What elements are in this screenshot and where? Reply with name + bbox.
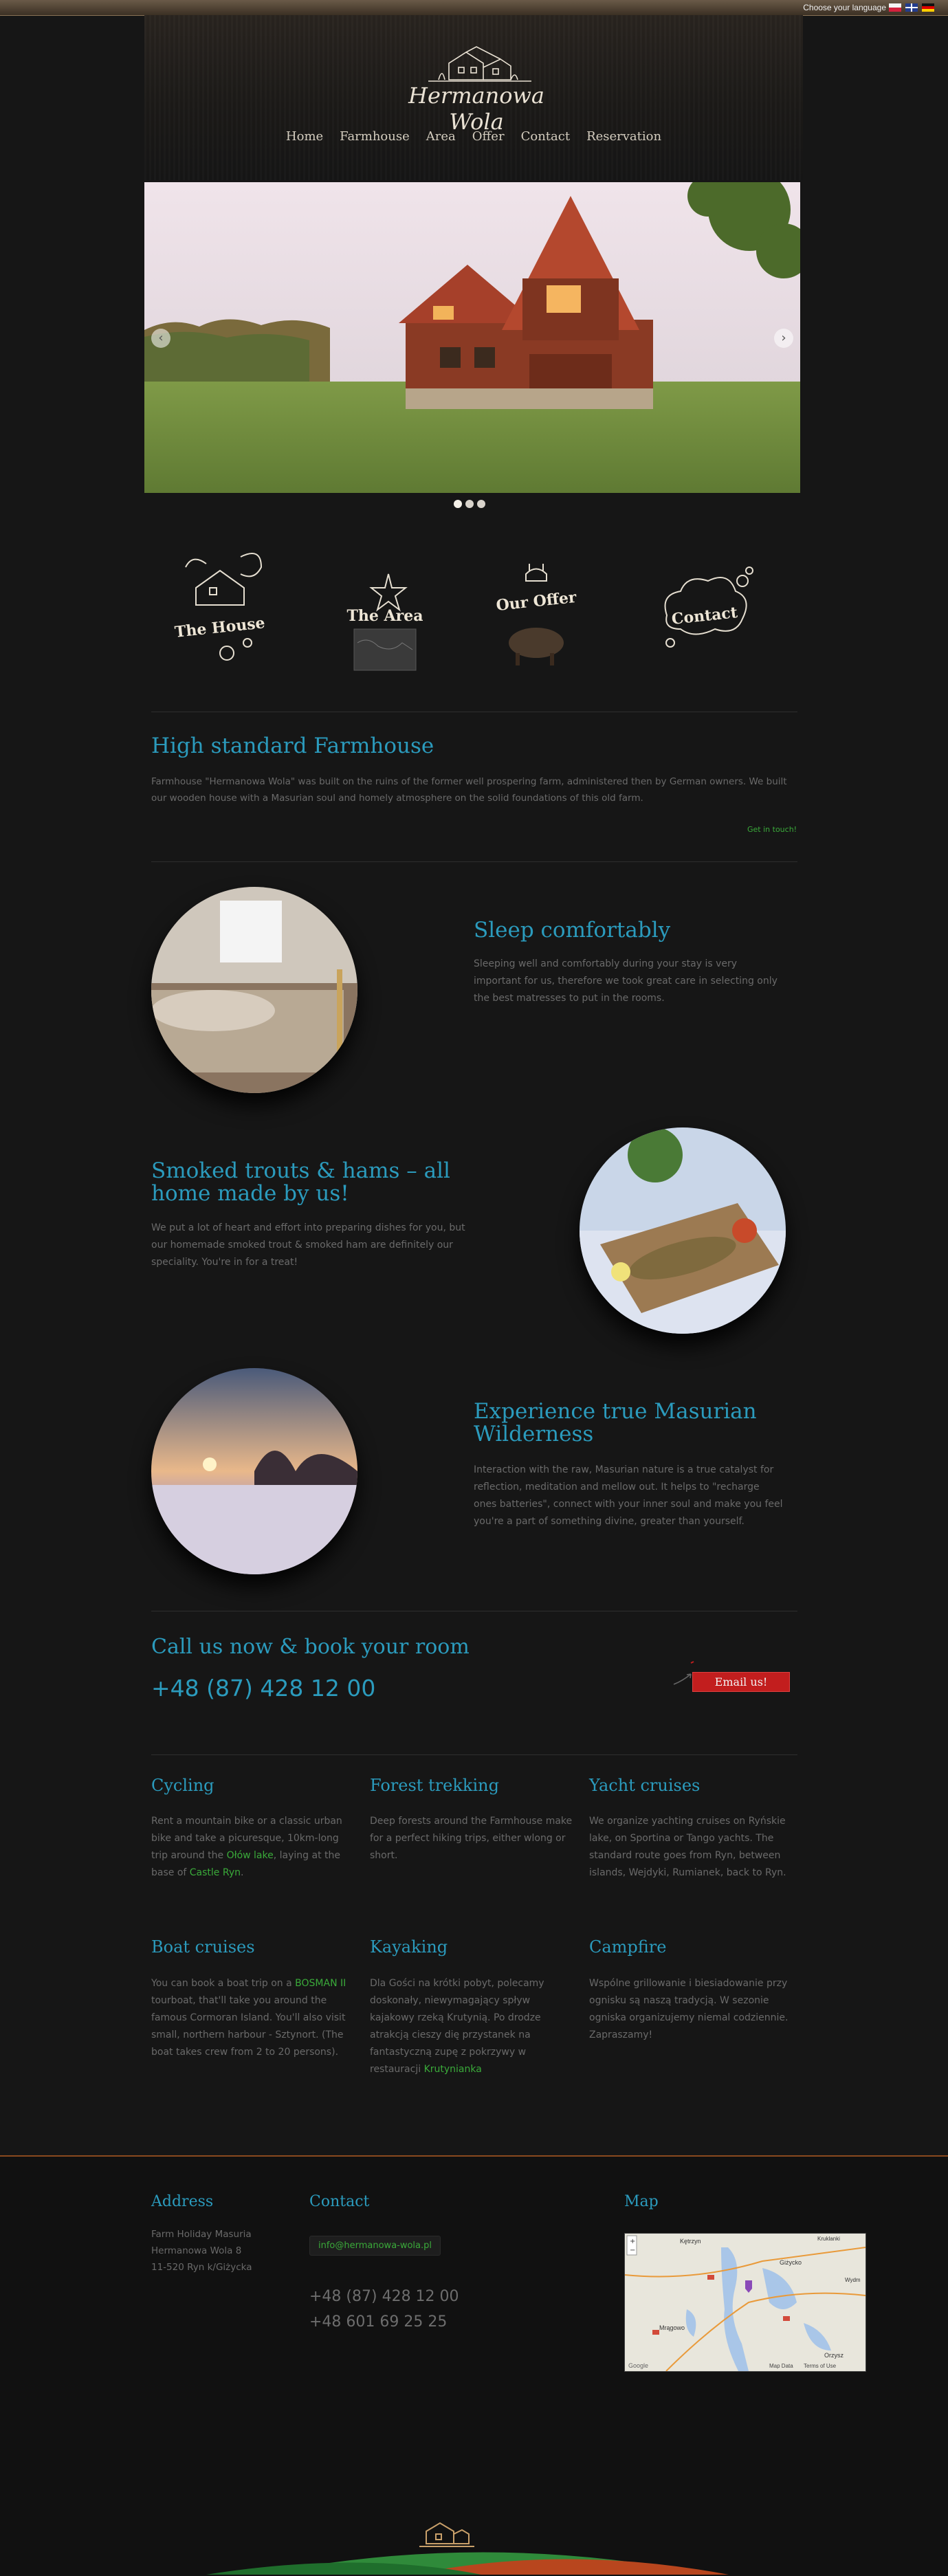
svg-text:Map Data: Map Data bbox=[769, 2363, 793, 2369]
nav-area[interactable]: Area bbox=[426, 129, 456, 144]
area-illustration-icon: The Area bbox=[347, 573, 423, 671]
divider bbox=[151, 861, 797, 862]
svg-text:Mrągowo: Mrągowo bbox=[659, 2324, 685, 2331]
kayak-text: Dla Gości na krótki pobyt, polecamy dosk… bbox=[370, 1978, 544, 2075]
footer-logo-icon[interactable] bbox=[419, 2516, 474, 2551]
feature-links: The House The Area Our Offer Contact bbox=[144, 526, 803, 691]
language-flags bbox=[889, 3, 934, 12]
winter-lake-photo bbox=[151, 1368, 357, 1574]
kayak-title: Kayaking bbox=[370, 1937, 448, 1957]
nav-farmhouse[interactable]: Farmhouse bbox=[340, 129, 410, 144]
feature-label: The Area bbox=[347, 607, 423, 625]
contact-email-link[interactable]: info@hermanowa-wola.pl bbox=[309, 2236, 441, 2256]
location-map[interactable]: + − Kętrzyn Giżycko Kruklanki Wydm Mrągow… bbox=[624, 2233, 866, 2372]
map-title: Map bbox=[624, 2193, 659, 2210]
svg-text:Kętrzyn: Kętrzyn bbox=[680, 2238, 701, 2245]
svg-text:Terms of Use: Terms of Use bbox=[804, 2363, 837, 2369]
site-logo[interactable]: Hermanowa Wola bbox=[401, 40, 552, 135]
flag-de-icon[interactable] bbox=[922, 3, 934, 12]
farmhouse-logo-icon bbox=[428, 46, 531, 82]
divider bbox=[151, 1754, 797, 1755]
trekking-title: Forest trekking bbox=[370, 1776, 499, 1795]
svg-text:Wydm: Wydm bbox=[845, 2277, 861, 2283]
site-header: Hermanowa Wola Home Farmhouse Area Offer… bbox=[144, 15, 803, 180]
hero-slider: ‹ › bbox=[144, 182, 800, 493]
krutynianka-link[interactable]: Krutynianka bbox=[424, 2064, 482, 2075]
feature-label: Our Offer bbox=[495, 588, 577, 615]
sleep-title: Sleep comfortably bbox=[474, 918, 671, 943]
smoked-fish-image bbox=[580, 1127, 786, 1334]
email-us-button[interactable]: Email us! bbox=[692, 1672, 790, 1692]
wilderness-title: Experience true Masurian Wilderness bbox=[474, 1399, 757, 1446]
svg-text:−: − bbox=[630, 2247, 635, 2254]
yacht-text: We organize yachting cruises on Ryńskie … bbox=[589, 1816, 786, 1878]
nav-reservation[interactable]: Reservation bbox=[586, 129, 661, 144]
contact-title: Contact bbox=[309, 2193, 370, 2210]
feature-our-offer[interactable]: Our Offer bbox=[474, 540, 612, 691]
yacht-title: Yacht cruises bbox=[589, 1776, 701, 1795]
boat-title: Boat cruises bbox=[151, 1937, 255, 1957]
flag-en-icon[interactable] bbox=[905, 3, 918, 12]
offer-illustration-icon: Our Offer bbox=[495, 564, 577, 665]
slider-dot[interactable] bbox=[454, 500, 462, 508]
contact-phone-1[interactable]: +48 (87) 428 12 00 bbox=[309, 2288, 459, 2305]
slider-next-button[interactable]: › bbox=[774, 329, 793, 348]
feature-the-area[interactable]: The Area bbox=[327, 540, 464, 691]
map-image: + − Kętrzyn Giżycko Kruklanki Wydm Mrągow… bbox=[625, 2234, 866, 2371]
svg-text:Giżycko: Giżycko bbox=[780, 2259, 802, 2266]
cycling-text: Rent a mountain bike or a classic urban … bbox=[151, 1816, 342, 1878]
feature-the-house[interactable]: The House bbox=[158, 540, 296, 691]
trekking-text: Deep forests around the Farmhouse make f… bbox=[370, 1816, 573, 1861]
get-in-touch-link[interactable]: Get in touch! bbox=[747, 825, 797, 834]
address-title: Address bbox=[151, 2193, 214, 2210]
svg-text:Orzysz: Orzysz bbox=[824, 2352, 844, 2359]
winter-lake-image bbox=[151, 1368, 357, 1574]
nav-offer[interactable]: Offer bbox=[472, 129, 505, 144]
slider-dot[interactable] bbox=[465, 500, 474, 508]
address-line: 11-520 Ryn k/Giżycka bbox=[151, 2262, 252, 2273]
logo-text: Hermanowa Wola bbox=[408, 82, 544, 135]
olow-lake-link[interactable]: Ołów lake bbox=[227, 1850, 274, 1861]
svg-text:Kruklanki: Kruklanki bbox=[817, 2236, 840, 2242]
castle-ryn-link[interactable]: Castle Ryn bbox=[190, 1867, 241, 1878]
bedroom-photo bbox=[151, 887, 357, 1093]
sleep-text: Sleeping well and comfortably during you… bbox=[474, 958, 778, 1004]
svg-text:+: + bbox=[630, 2238, 635, 2245]
contact-phone-2[interactable]: +48 601 69 25 25 bbox=[309, 2313, 447, 2331]
main-nav: Home Farmhouse Area Offer Contact Reserv… bbox=[144, 129, 803, 144]
house-illustration-icon: The House bbox=[174, 553, 266, 661]
feature-label: Contact bbox=[671, 604, 739, 628]
flag-pl-icon[interactable] bbox=[889, 3, 901, 12]
slider-prev-button[interactable]: ‹ bbox=[151, 329, 170, 348]
call-us-title: Call us now & book your room bbox=[151, 1635, 470, 1659]
nav-contact[interactable]: Contact bbox=[521, 129, 570, 144]
intro-title: High standard Farmhouse bbox=[151, 734, 434, 758]
call-us-phone[interactable]: +48 (87) 428 12 00 bbox=[151, 1675, 375, 1702]
address-line: Farm Holiday Masuria bbox=[151, 2229, 252, 2240]
contact-illustration-icon: Contact bbox=[664, 566, 753, 648]
farmhouse-photo bbox=[144, 182, 800, 493]
address-line: Hermanowa Wola 8 bbox=[151, 2245, 242, 2256]
slider-dot[interactable] bbox=[477, 500, 485, 508]
bosman-link[interactable]: BOSMAN II bbox=[295, 1978, 346, 1989]
bedroom-image bbox=[151, 887, 357, 1093]
boat-text: You can book a boat trip on a BOSMAN II … bbox=[151, 1978, 346, 2058]
campfire-title: Campfire bbox=[589, 1937, 667, 1957]
language-label: Choose your language bbox=[803, 3, 886, 12]
smoked-text: We put a lot of heart and effort into pr… bbox=[151, 1222, 465, 1268]
feature-label: The House bbox=[174, 614, 266, 641]
smoked-title: Smoked trouts & hams – all home made by … bbox=[151, 1158, 450, 1206]
wilderness-text: Interaction with the raw, Masurian natur… bbox=[474, 1464, 783, 1527]
nav-home[interactable]: Home bbox=[286, 129, 323, 144]
language-bar: Choose your language bbox=[0, 0, 948, 16]
smoked-fish-photo bbox=[580, 1127, 786, 1334]
campfire-text: Wspólne grillowanie i biesiadowanie przy… bbox=[589, 1978, 789, 2040]
intro-text: Farmhouse "Hermanowa Wola" was built on … bbox=[151, 776, 787, 804]
feature-contact[interactable]: Contact bbox=[639, 540, 777, 691]
slider-dots bbox=[454, 500, 485, 508]
address-block: Farm Holiday Masuria Hermanowa Wola 8 11… bbox=[151, 2226, 252, 2276]
svg-text:Google: Google bbox=[628, 2362, 648, 2369]
cycling-title: Cycling bbox=[151, 1776, 214, 1795]
